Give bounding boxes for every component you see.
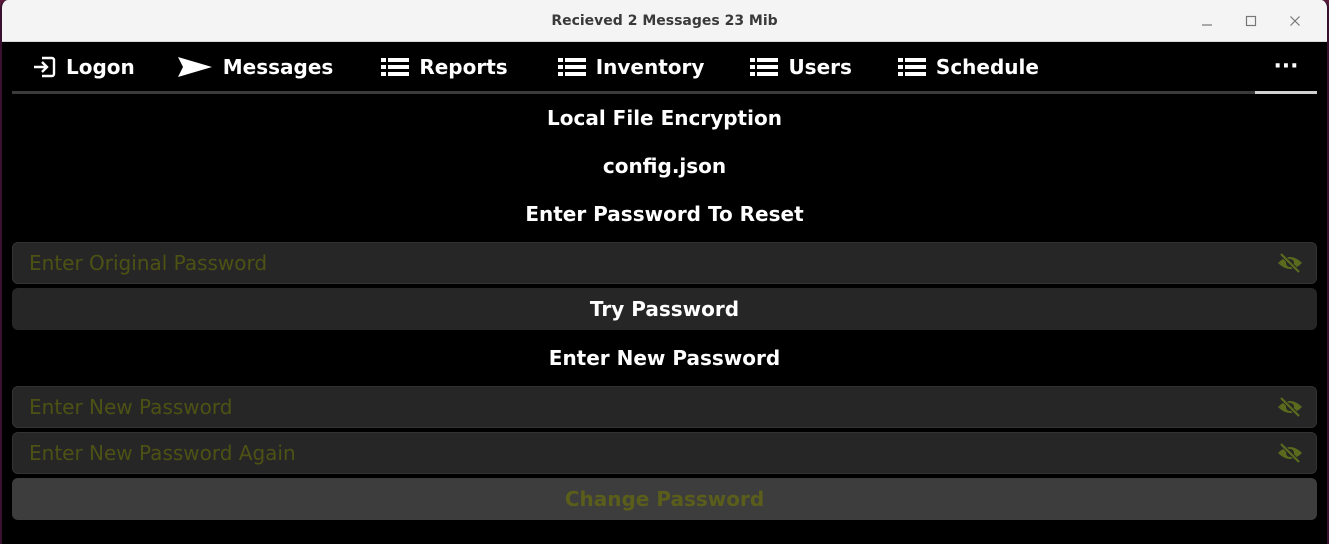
more-menu-button[interactable]: ··· (1255, 42, 1317, 91)
try-password-button[interactable]: Try Password (12, 288, 1317, 330)
active-tab-indicator (1255, 91, 1317, 94)
nav-bar: Logon Messages Reports Inventory Users S… (12, 42, 1317, 94)
nav-item-users[interactable]: Users (750, 42, 852, 91)
original-password-input[interactable] (13, 243, 1264, 283)
nav-label-schedule: Schedule (935, 54, 1039, 79)
nav-label-messages: Messages (222, 54, 334, 79)
nav-item-inventory[interactable]: Inventory (557, 42, 705, 91)
maximize-icon (1245, 15, 1257, 27)
list-icon (381, 57, 410, 76)
login-icon (32, 56, 56, 78)
nav-item-schedule[interactable]: Schedule (897, 42, 1039, 91)
new-password-again-input[interactable] (13, 433, 1264, 473)
maximize-button[interactable] (1229, 0, 1273, 42)
new-password-field (12, 386, 1317, 428)
window-title: Recieved 2 Messages 23 Mib (551, 12, 778, 29)
close-icon (1290, 16, 1300, 26)
original-password-field (12, 242, 1317, 284)
eye-off-icon[interactable] (1264, 387, 1316, 427)
main-content: Local File Encryption config.json Enter … (2, 94, 1327, 520)
nav-label-reports: Reports (419, 54, 508, 79)
new-password-input[interactable] (13, 387, 1264, 427)
nav-label-inventory: Inventory (595, 54, 705, 79)
nav-label-logon: Logon (66, 54, 135, 79)
title-bar: Recieved 2 Messages 23 Mib (2, 0, 1327, 42)
nav-item-messages[interactable]: Messages (177, 42, 334, 91)
list-icon (750, 57, 779, 76)
nav-label-users: Users (788, 54, 852, 79)
nav-item-logon[interactable]: Logon (32, 42, 135, 91)
list-icon (557, 57, 586, 76)
change-password-button[interactable]: Change Password (12, 478, 1317, 520)
close-button[interactable] (1273, 0, 1317, 42)
send-icon (177, 56, 213, 78)
nav-item-reports[interactable]: Reports (381, 42, 508, 91)
eye-off-icon[interactable] (1264, 433, 1316, 473)
eye-off-icon[interactable] (1264, 243, 1316, 283)
new-password-again-field (12, 432, 1317, 474)
window-controls (1185, 0, 1317, 42)
list-icon (897, 57, 926, 76)
page-title: Local File Encryption (547, 106, 782, 130)
minimize-icon (1202, 24, 1212, 26)
reset-prompt: Enter Password To Reset (525, 202, 804, 226)
file-name: config.json (602, 154, 727, 178)
minimize-button[interactable] (1185, 0, 1229, 42)
app-window: Recieved 2 Messages 23 Mib Logon Message… (0, 0, 1329, 544)
new-password-prompt: Enter New Password (548, 346, 781, 370)
